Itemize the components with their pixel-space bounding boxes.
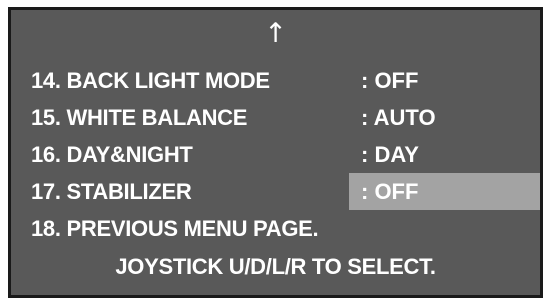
menu-item-label: 16. DAY&NIGHT	[31, 142, 193, 167]
osd-menu-panel: ↑ 14. BACK LIGHT MODE : OFF 15. WHITE BA…	[8, 7, 543, 298]
navigation-hint: JOYSTICK U/D/L/R TO SELECT.	[115, 254, 436, 279]
menu-item-label: 14. BACK LIGHT MODE	[31, 68, 270, 93]
menu-item-value: : DAY	[361, 142, 419, 167]
scroll-up-arrow-icon[interactable]: ↑	[11, 19, 540, 49]
menu-item-label: 15. WHITE BALANCE	[31, 105, 248, 130]
menu-item-value: : AUTO	[361, 105, 436, 130]
menu-item-day-night[interactable]: 16. DAY&NIGHT : DAY	[11, 136, 540, 173]
menu-item-value: : OFF	[361, 68, 419, 93]
menu-item-back-light-mode[interactable]: 14. BACK LIGHT MODE : OFF	[11, 62, 540, 99]
selected-value-highlight[interactable]: : OFF	[349, 173, 540, 210]
menu-item-previous-menu-page[interactable]: 18. PREVIOUS MENU PAGE.	[11, 210, 540, 247]
menu-item-label: 17. STABILIZER	[31, 179, 192, 204]
menu-item-label: 18. PREVIOUS MENU PAGE.	[31, 216, 319, 241]
menu-item-white-balance[interactable]: 15. WHITE BALANCE : AUTO	[11, 99, 540, 136]
menu-item-stabilizer[interactable]: 17. STABILIZER : OFF	[11, 173, 540, 210]
